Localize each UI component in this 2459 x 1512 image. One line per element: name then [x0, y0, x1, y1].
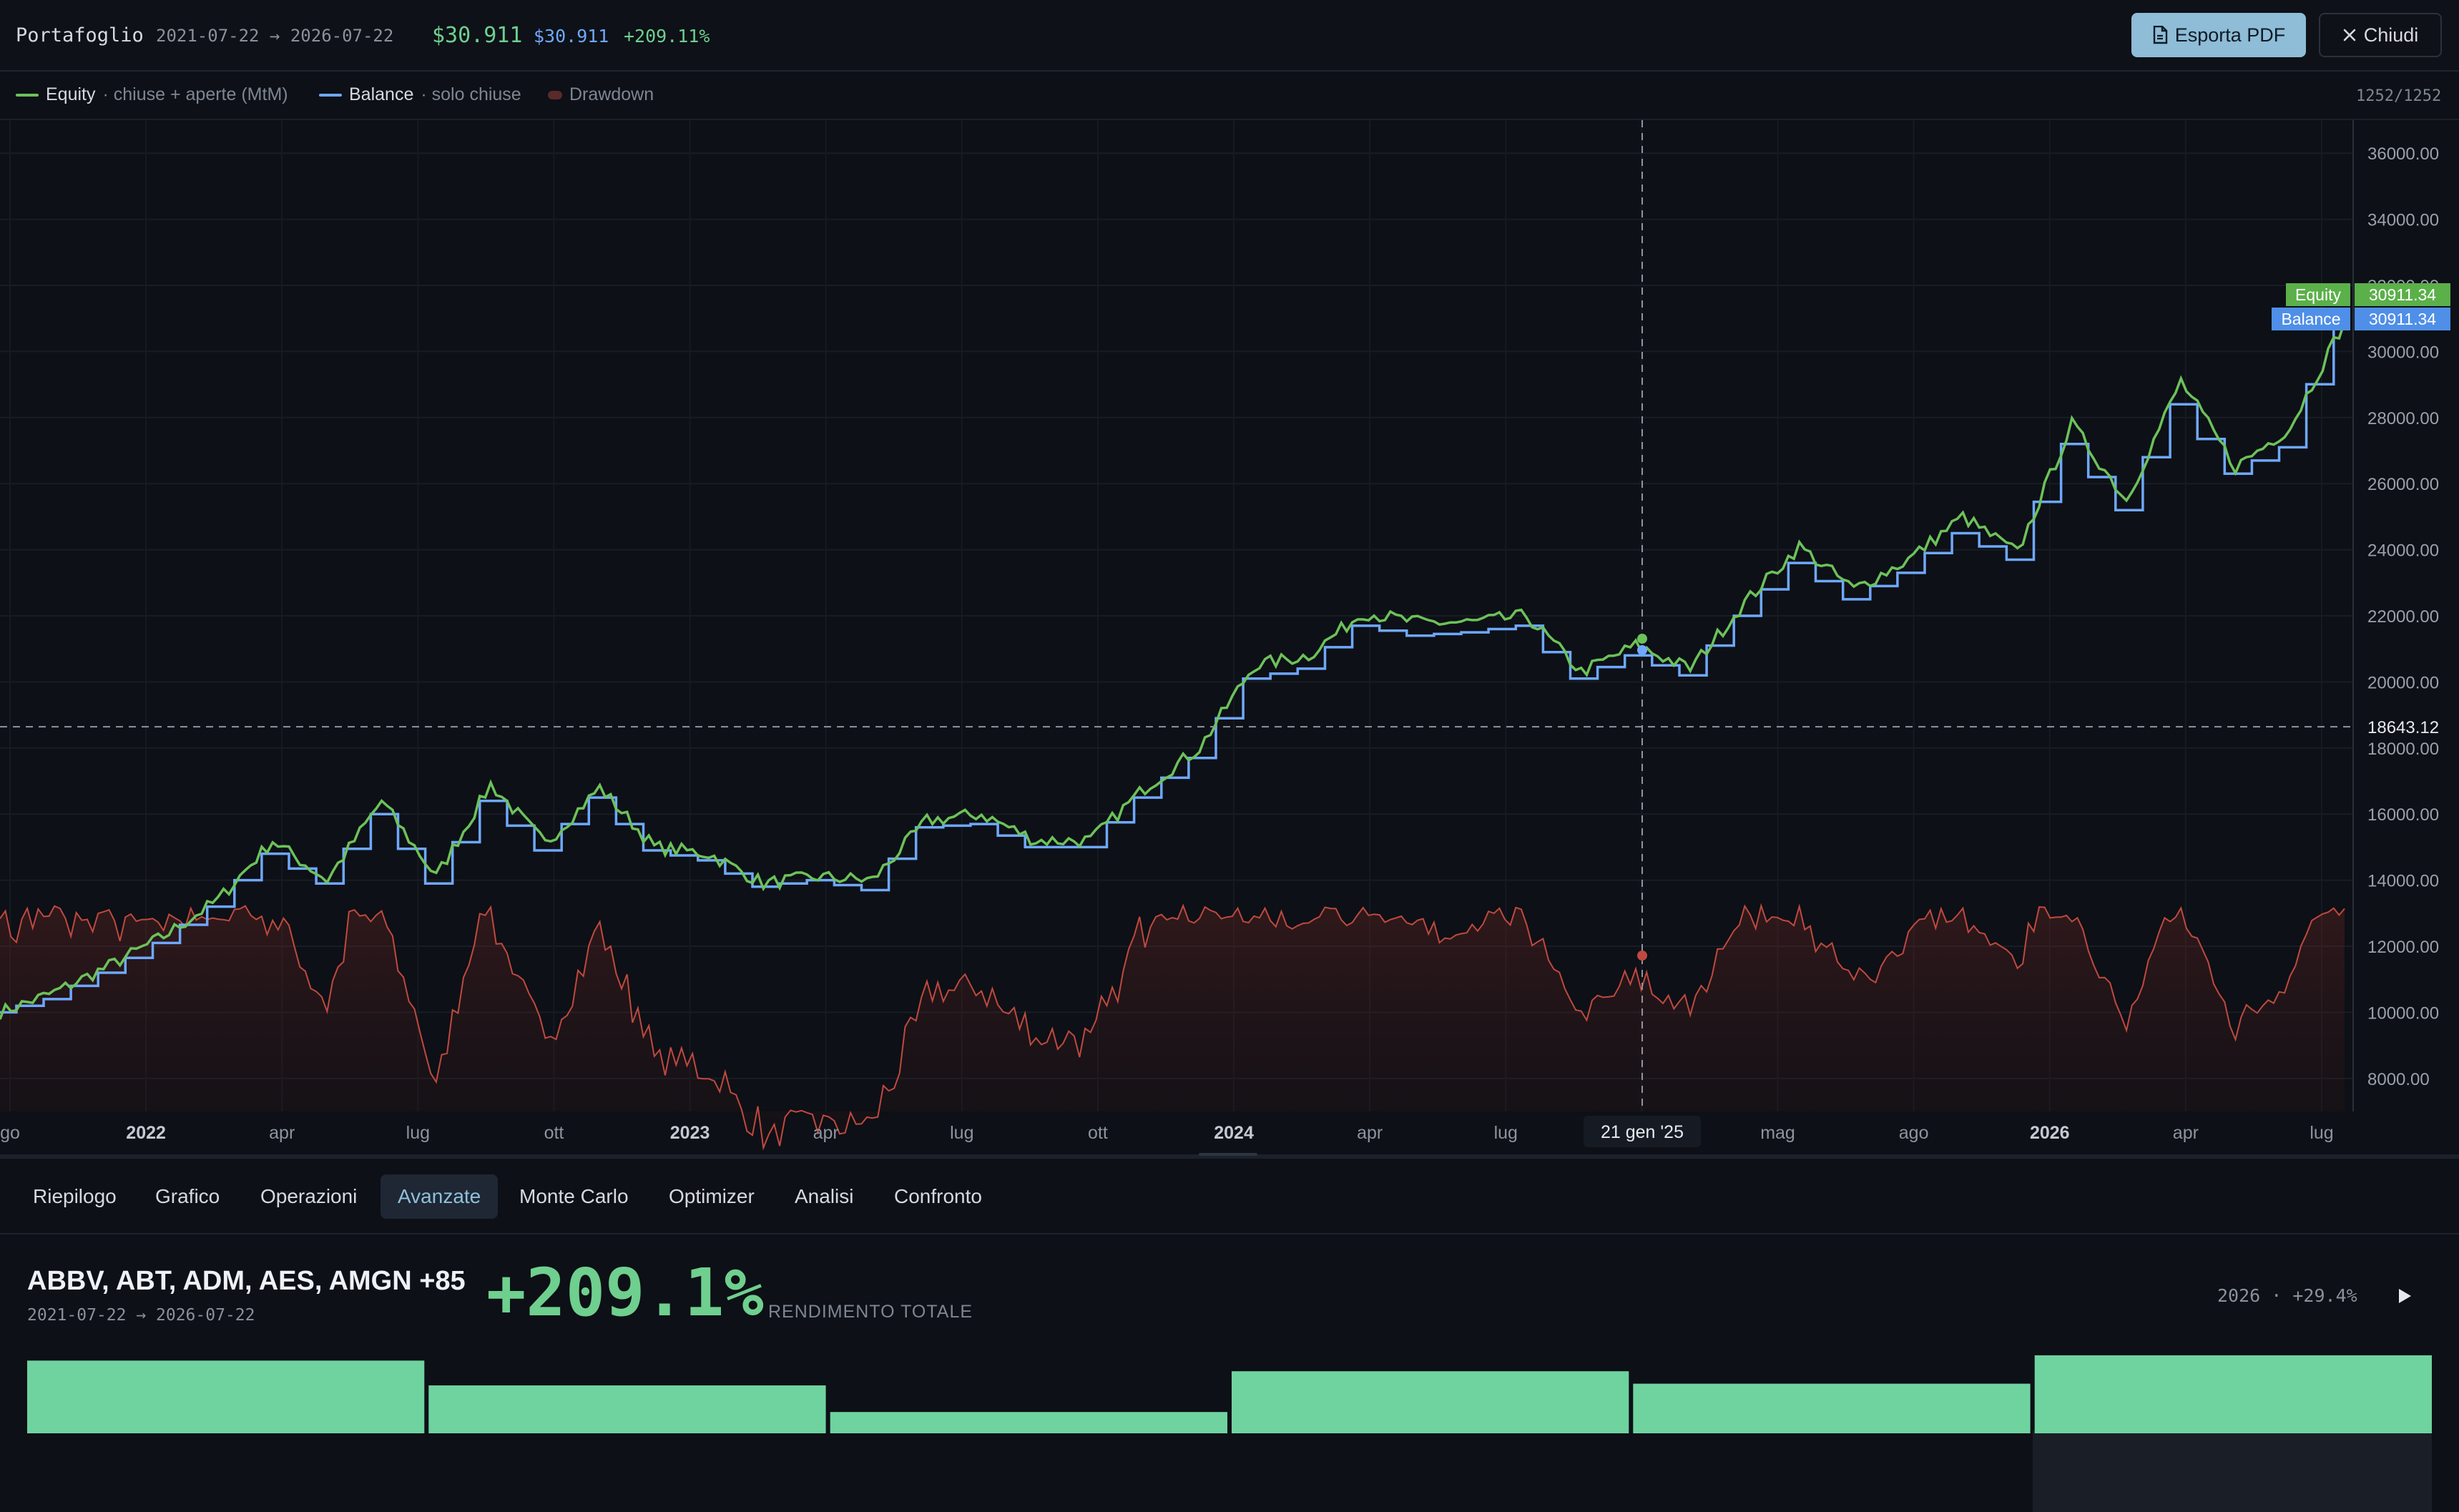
balance-value: $30.911	[534, 26, 609, 46]
resize-handle[interactable]	[1199, 1153, 1257, 1156]
y-tick-label: 26000.00	[2367, 475, 2439, 494]
tab-grafico[interactable]: Grafico	[138, 1174, 237, 1219]
close-icon	[2343, 29, 2356, 41]
y-tick-label: 10000.00	[2367, 1003, 2439, 1023]
annual-return-bar[interactable]	[2034, 1355, 2432, 1433]
x-tick-label: lug	[950, 1123, 973, 1143]
y-tick-label: 16000.00	[2367, 805, 2439, 825]
annual-return-bar[interactable]	[1232, 1371, 1629, 1433]
close-button[interactable]: Chiudi	[2319, 13, 2442, 57]
y-tick-label: 12000.00	[2367, 938, 2439, 957]
play-button[interactable]	[2389, 1282, 2420, 1310]
y-tick-label: 22000.00	[2367, 607, 2439, 627]
x-tick-label: ott	[1088, 1123, 1108, 1143]
legend-item-balance[interactable]: Balance · solo chiuse	[319, 84, 521, 105]
balance-tag-value-label: 30911.34	[2369, 310, 2436, 328]
legend-equity-name: Equity	[46, 84, 96, 104]
x-tick-label: go	[0, 1123, 20, 1143]
total-return-label: RENDIMENTO TOTALE	[768, 1302, 973, 1322]
tab-analisi[interactable]: Analisi	[777, 1174, 870, 1219]
x-tick-label: ago	[1899, 1123, 1929, 1143]
annual-return-bar[interactable]	[27, 1360, 425, 1433]
x-tick-label: apr	[269, 1123, 295, 1143]
x-tick-label: 2026	[2030, 1123, 2070, 1143]
x-tick-label: lug	[1494, 1123, 1518, 1143]
portfolio-title: Portafoglio	[16, 24, 144, 46]
x-tick-label: 2023	[670, 1123, 710, 1143]
tab-optimizer[interactable]: Optimizer	[652, 1174, 772, 1219]
balance-line	[0, 320, 2345, 1014]
tab-operazioni[interactable]: Operazioni	[243, 1174, 374, 1219]
balance-swatch	[319, 93, 342, 97]
legend-balance-desc: · solo chiuse	[421, 84, 521, 104]
equity-swatch	[16, 93, 39, 97]
total-return-badge: +209.11%	[624, 26, 710, 46]
crosshair-value-label: 18643.12	[2367, 718, 2439, 737]
total-return-value: +209.1%	[486, 1255, 764, 1331]
tab-avanzate[interactable]: Avanzate	[381, 1174, 499, 1219]
drawdown-swatch	[548, 90, 562, 99]
export-pdf-label: Esporta PDF	[2174, 24, 2286, 46]
crosshair-balance-point	[1637, 645, 1647, 655]
y-tick-label: 14000.00	[2367, 872, 2439, 891]
crosshair-drawdown-point	[1637, 951, 1647, 961]
last-value-tags: Equity 30911.34 Balance 30911.34	[2272, 283, 2450, 330]
x-tick-label: lug	[406, 1123, 430, 1143]
equity-chart[interactable]: 36000.0034000.0032000.0030000.0028000.00…	[0, 120, 2459, 1153]
legend-balance-name: Balance	[349, 84, 414, 104]
annual-return-bar[interactable]	[1633, 1383, 2031, 1433]
legend-item-drawdown[interactable]: Drawdown	[548, 84, 654, 105]
x-tick-label: 2024	[1214, 1123, 1254, 1143]
legend-drawdown-name: Drawdown	[569, 84, 654, 104]
summary-date-range: 2021-07-22 → 2026-07-22	[27, 1306, 255, 1325]
y-tick-label: 8000.00	[2367, 1070, 2430, 1089]
y-tick-label: 20000.00	[2367, 673, 2439, 692]
close-label: Chiudi	[2363, 24, 2419, 46]
legend-item-equity[interactable]: Equity · chiuse + aperte (MtM)	[16, 84, 288, 105]
annual-return-bar[interactable]	[830, 1412, 1227, 1433]
x-tick-label: 2022	[126, 1123, 166, 1143]
x-tick-label: apr	[1357, 1123, 1383, 1143]
y-tick-label: 28000.00	[2367, 409, 2439, 428]
point-counter: 1252/1252	[2356, 87, 2442, 105]
equity-tag-value-label: 30911.34	[2369, 285, 2436, 304]
tab-riepilogo[interactable]: Riepilogo	[16, 1174, 134, 1219]
chart-legend: Equity · chiuse + aperte (MtM) Balance ·…	[0, 72, 2459, 120]
x-tick-label: ott	[544, 1123, 564, 1143]
x-axis-ticks: go2022aprlugott2023aprlugott2024aprlugot…	[0, 1123, 2334, 1143]
x-tick-label: apr	[2173, 1123, 2199, 1143]
drawdown-series	[0, 903, 2345, 1151]
drawdown-area	[0, 905, 2345, 1148]
top-bar: Portafoglio 2021-07-22 → 2026-07-22 $30.…	[0, 0, 2459, 72]
tab-confronto[interactable]: Confronto	[877, 1174, 999, 1219]
annual-returns-bars	[27, 1355, 2432, 1512]
file-pdf-icon	[2153, 26, 2167, 44]
crosshair-equity-point	[1637, 634, 1647, 644]
ticker-list: ABBV, ABT, ADM, AES, AMGN +85	[27, 1266, 466, 1296]
crosshair-date-label: 21 gen '25	[1601, 1122, 1684, 1142]
equity-tag-name-label: Equity	[2295, 285, 2341, 304]
x-tick-label: lug	[2310, 1123, 2333, 1143]
export-pdf-button[interactable]: Esporta PDF	[2131, 13, 2306, 57]
active-year-highlight	[2033, 1430, 2432, 1512]
x-tick-label: mag	[1760, 1123, 1795, 1143]
legend-equity-desc: · chiuse + aperte (MtM)	[102, 84, 288, 104]
y-tick-label: 36000.00	[2367, 144, 2439, 164]
current-year-return: 2026 · +29.4%	[2217, 1285, 2357, 1306]
y-tick-label: 24000.00	[2367, 541, 2439, 561]
tab-bar: Riepilogo Grafico Operazioni Avanzate Mo…	[0, 1159, 2459, 1234]
balance-tag-name-label: Balance	[2281, 310, 2340, 328]
tab-monte-carlo[interactable]: Monte Carlo	[502, 1174, 646, 1219]
play-icon	[2399, 1289, 2411, 1303]
equity-value: $30.911	[432, 23, 523, 48]
y-tick-label: 34000.00	[2367, 211, 2439, 230]
x-tick-label: apr	[813, 1123, 839, 1143]
y-tick-label: 30000.00	[2367, 343, 2439, 362]
annual-return-bar[interactable]	[428, 1385, 826, 1433]
date-range: 2021-07-22 → 2026-07-22	[156, 26, 394, 46]
